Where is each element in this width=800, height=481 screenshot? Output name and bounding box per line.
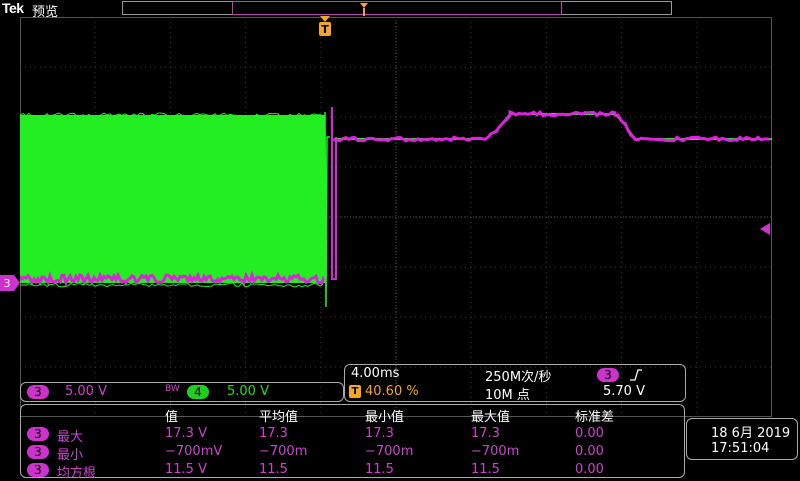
- ch3-marker-label: 3: [4, 277, 11, 290]
- record-view-window[interactable]: [232, 1, 562, 15]
- measurement-value: 11.5: [471, 462, 500, 477]
- measurement-value: −700m: [471, 444, 519, 459]
- trigger-level-marker[interactable]: [760, 220, 772, 232]
- measurement-value: 0.00: [575, 426, 604, 441]
- measurement-row[interactable]: 3 最大 17.3 V 17.3 17.3 17.3 0.00: [21, 425, 684, 443]
- measurement-value: 11.5 V: [165, 462, 207, 477]
- ch4-badge[interactable]: 4: [187, 385, 209, 399]
- date-display: 18 6月 2019: [711, 422, 790, 441]
- measurement-value: −700m: [259, 444, 307, 459]
- measurement-value: 17.3: [471, 426, 500, 441]
- measurement-value: −700mV: [165, 444, 222, 459]
- measurement-header-3: 最大值: [471, 406, 510, 425]
- measurement-header-2: 最小值: [365, 406, 404, 425]
- trigger-level[interactable]: 5.70 V: [603, 384, 645, 399]
- ch3-scale[interactable]: 5.00 V: [65, 384, 107, 399]
- datetime-panel: 18 6月 2019 17:51:04: [686, 418, 798, 460]
- sample-rate: 250M次/秒: [485, 366, 551, 385]
- time-per-division[interactable]: 4.00ms: [351, 366, 399, 381]
- measurement-value: 17.3: [365, 426, 394, 441]
- measurement-value: 11.5: [259, 462, 288, 477]
- trigger-position-marker[interactable]: T: [318, 16, 332, 38]
- trigger-icon: T: [349, 385, 361, 398]
- measurement-row[interactable]: 3 最小 −700mV −700m −700m −700m 0.00: [21, 443, 684, 461]
- ch3-badge[interactable]: 3: [27, 385, 49, 399]
- measurement-ch-badge: 3: [27, 463, 49, 477]
- trigger-position[interactable]: 40.60 %: [365, 384, 419, 399]
- measurement-value: −700m: [365, 444, 413, 459]
- measurement-name: 均方根: [57, 462, 96, 481]
- measurement-header-0: 值: [165, 406, 178, 425]
- brand-logo: Tek: [2, 0, 24, 16]
- time-display: 17:51:04: [711, 441, 769, 456]
- measurement-header-4: 标准差: [575, 406, 614, 425]
- measurement-value: 17.3 V: [165, 426, 207, 441]
- top-bar: Tek 预览: [0, 0, 800, 18]
- measurement-value: 11.5: [365, 462, 394, 477]
- trigger-source-badge[interactable]: 3: [597, 368, 619, 382]
- overview-trigger-marker: [360, 1, 368, 14]
- measurement-value: 0.00: [575, 462, 604, 477]
- measurement-value: 17.3: [259, 426, 288, 441]
- measurements-header: 值 平均值 最小值 最大值 标准差: [21, 405, 684, 423]
- channel-settings-panel: 3 5.00 V BW 4 5.00 V: [20, 382, 344, 402]
- measurement-ch-badge: 3: [27, 445, 49, 459]
- bandwidth-limit-icon: BW: [165, 384, 180, 394]
- measurement-row[interactable]: 3 均方根 11.5 V 11.5 11.5 11.5 0.00: [21, 461, 684, 479]
- timebase-panel: 4.00ms 250M次/秒 T 40.60 % 10M 点 3 5.70 V: [344, 364, 686, 402]
- rising-edge-icon[interactable]: [629, 367, 643, 381]
- trigger-marker-label: T: [321, 23, 329, 36]
- ch4-scale[interactable]: 5.00 V: [227, 384, 269, 399]
- graticule-grid: [20, 17, 772, 417]
- measurement-value: 0.00: [575, 444, 604, 459]
- waveform-display[interactable]: [20, 17, 772, 417]
- measurement-header-1: 平均值: [259, 406, 298, 425]
- ch3-ground-marker[interactable]: 3: [0, 275, 20, 291]
- measurements-panel: 值平均值 最小值 最大值 标准差 3 最大 17.3 V 17.3 17.3 17.3 0.00 3…: [20, 404, 685, 478]
- measurement-ch-badge: 3: [27, 427, 49, 441]
- ch4-trace-switching: [20, 115, 325, 283]
- record-length[interactable]: 10M 点: [485, 384, 530, 403]
